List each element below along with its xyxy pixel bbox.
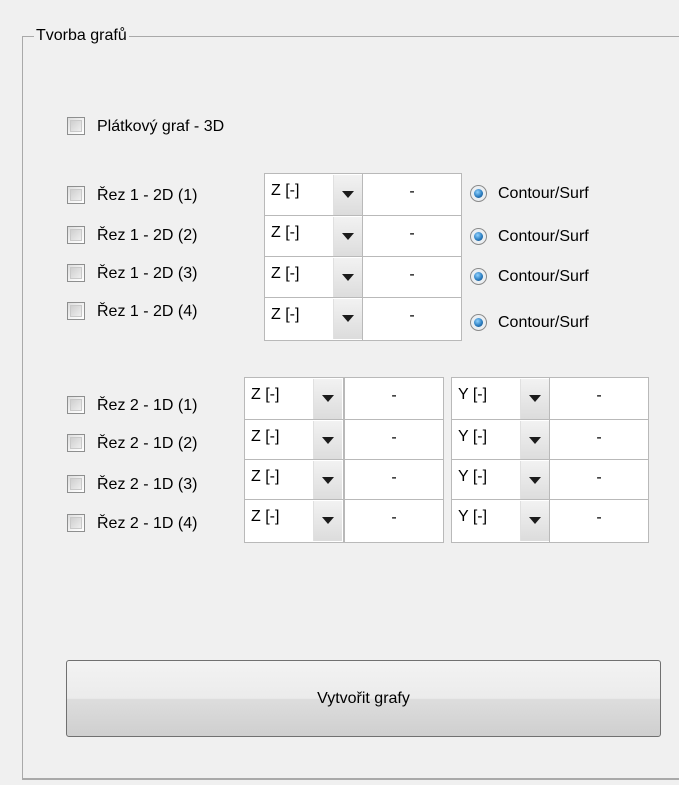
cut2d-3-mode-label: Contour/Surf bbox=[498, 268, 589, 285]
chevron-down-icon[interactable] bbox=[313, 461, 342, 501]
cut2d-1-axis-select[interactable]: Z [-] bbox=[264, 173, 364, 217]
cut1d-4-axis1-value: Z [-] bbox=[251, 508, 280, 525]
cut2d-4-axis-value: Z [-] bbox=[271, 306, 300, 323]
cut1d-2-axis2-value: Y [-] bbox=[458, 428, 488, 445]
radio-selected-icon[interactable] bbox=[470, 185, 487, 202]
cut1d-1-value2-input[interactable]: - bbox=[549, 377, 649, 421]
cut1d-1-axis2-value: Y [-] bbox=[458, 386, 488, 403]
chevron-down-icon[interactable] bbox=[520, 501, 549, 541]
cut1d-2-axis1-select[interactable]: Z [-] bbox=[244, 419, 344, 463]
cut1d-1-checkbox[interactable] bbox=[67, 396, 85, 414]
cut2d-3-value-input[interactable]: - bbox=[362, 256, 462, 300]
cut2d-2-axis-select[interactable]: Z [-] bbox=[264, 215, 364, 259]
cut2d-2-mode-label: Contour/Surf bbox=[498, 228, 589, 245]
cut2d-3-axis-value: Z [-] bbox=[271, 265, 300, 282]
cut1d-4-label: Řez 2 - 1D (4) bbox=[97, 515, 198, 532]
cut1d-1-label: Řez 2 - 1D (1) bbox=[97, 397, 198, 414]
cut2d-1-value-input[interactable]: - bbox=[362, 173, 462, 217]
cut1d-4-value2-input[interactable]: - bbox=[549, 499, 649, 543]
cut1d-1-axis1-value: Z [-] bbox=[251, 386, 280, 403]
cut1d-2-axis2-select[interactable]: Y [-] bbox=[451, 419, 551, 463]
chevron-down-icon[interactable] bbox=[313, 379, 342, 419]
cut2d-1-label: Řez 1 - 2D (1) bbox=[97, 187, 198, 204]
cut2d-1-checkbox[interactable] bbox=[67, 186, 85, 204]
chevron-down-icon[interactable] bbox=[520, 379, 549, 419]
cut2d-2-checkbox[interactable] bbox=[67, 226, 85, 244]
cut2d-3-checkbox[interactable] bbox=[67, 264, 85, 282]
cut1d-3-axis2-select[interactable]: Y [-] bbox=[451, 459, 551, 503]
plate-3d-label: Plátkový graf - 3D bbox=[97, 118, 225, 135]
cut1d-4-axis1-select[interactable]: Z [-] bbox=[244, 499, 344, 543]
radio-selected-icon[interactable] bbox=[470, 314, 487, 331]
cut2d-4-label: Řez 1 - 2D (4) bbox=[97, 303, 198, 320]
radio-selected-icon[interactable] bbox=[470, 228, 487, 245]
cut1d-3-axis1-select[interactable]: Z [-] bbox=[244, 459, 344, 503]
cut1d-3-checkbox[interactable] bbox=[67, 475, 85, 493]
cut2d-2-axis-value: Z [-] bbox=[271, 224, 300, 241]
chevron-down-icon[interactable] bbox=[313, 501, 342, 541]
cut2d-2-label: Řez 1 - 2D (2) bbox=[97, 227, 198, 244]
cut2d-4-mode-label: Contour/Surf bbox=[498, 314, 589, 331]
cut1d-2-label: Řez 2 - 1D (2) bbox=[97, 435, 198, 452]
chevron-down-icon[interactable] bbox=[520, 461, 549, 501]
cut2d-1-mode-label: Contour/Surf bbox=[498, 185, 589, 202]
cut1d-4-value1-input[interactable]: - bbox=[344, 499, 444, 543]
cut1d-2-axis1-value: Z [-] bbox=[251, 428, 280, 445]
cut2d-1-axis-value: Z [-] bbox=[271, 182, 300, 199]
cut1d-4-checkbox[interactable] bbox=[67, 514, 85, 532]
cut1d-3-label: Řez 2 - 1D (3) bbox=[97, 476, 198, 493]
cut1d-2-value1-input[interactable]: - bbox=[344, 419, 444, 463]
cut2d-3-label: Řez 1 - 2D (3) bbox=[97, 265, 198, 282]
cut1d-4-axis2-value: Y [-] bbox=[458, 508, 488, 525]
cut1d-3-axis2-value: Y [-] bbox=[458, 468, 488, 485]
group-title: Tvorba grafů bbox=[34, 26, 129, 46]
cut2d-2-value-input[interactable]: - bbox=[362, 215, 462, 259]
cut1d-3-axis1-value: Z [-] bbox=[251, 468, 280, 485]
chevron-down-icon[interactable] bbox=[520, 421, 549, 461]
cut2d-4-checkbox[interactable] bbox=[67, 302, 85, 320]
radio-selected-icon[interactable] bbox=[470, 268, 487, 285]
chevron-down-icon[interactable] bbox=[333, 175, 362, 215]
cut1d-1-value1-input[interactable]: - bbox=[344, 377, 444, 421]
chevron-down-icon[interactable] bbox=[333, 217, 362, 257]
chevron-down-icon[interactable] bbox=[333, 258, 362, 298]
cut1d-4-axis2-select[interactable]: Y [-] bbox=[451, 499, 551, 543]
create-graphs-button[interactable]: Vytvořit grafy bbox=[66, 660, 661, 737]
cut1d-2-checkbox[interactable] bbox=[67, 434, 85, 452]
plate-3d-checkbox[interactable] bbox=[67, 117, 85, 135]
group-divider bbox=[22, 778, 679, 779]
cut1d-3-value2-input[interactable]: - bbox=[549, 459, 649, 503]
cut1d-1-axis1-select[interactable]: Z [-] bbox=[244, 377, 344, 421]
cut2d-4-axis-select[interactable]: Z [-] bbox=[264, 297, 364, 341]
cut1d-2-value2-input[interactable]: - bbox=[549, 419, 649, 463]
chevron-down-icon[interactable] bbox=[333, 299, 362, 339]
cut2d-4-value-input[interactable]: - bbox=[362, 297, 462, 341]
cut2d-3-axis-select[interactable]: Z [-] bbox=[264, 256, 364, 300]
cut1d-1-axis2-select[interactable]: Y [-] bbox=[451, 377, 551, 421]
chevron-down-icon[interactable] bbox=[313, 421, 342, 461]
cut1d-3-value1-input[interactable]: - bbox=[344, 459, 444, 503]
